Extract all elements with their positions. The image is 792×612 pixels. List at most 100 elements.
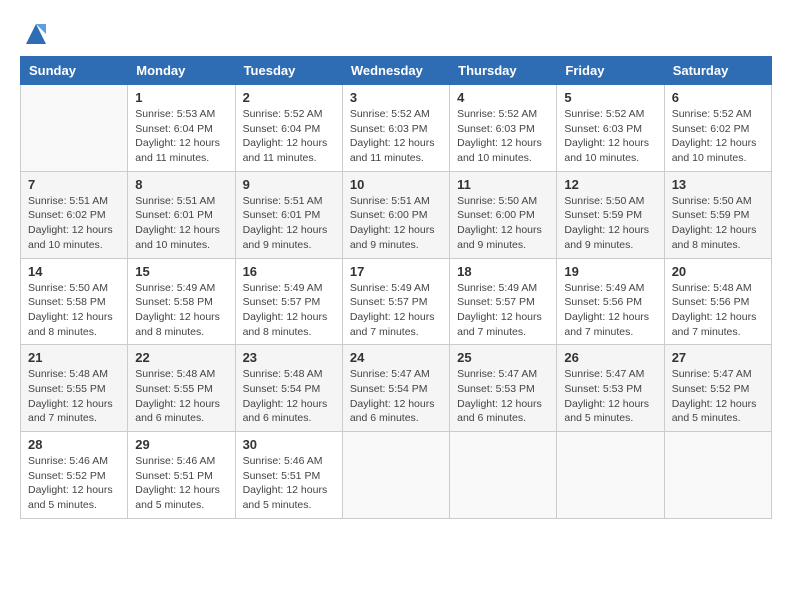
calendar-week-row: 14 Sunrise: 5:50 AM Sunset: 5:58 PM Dayli… xyxy=(21,258,772,345)
day-info: Sunrise: 5:51 AM Sunset: 6:00 PM Dayligh… xyxy=(350,194,442,253)
day-number: 1 xyxy=(135,90,227,105)
calendar-cell: 17 Sunrise: 5:49 AM Sunset: 5:57 PM Dayli… xyxy=(342,258,449,345)
day-info: Sunrise: 5:48 AM Sunset: 5:55 PM Dayligh… xyxy=(28,367,120,426)
day-info: Sunrise: 5:52 AM Sunset: 6:03 PM Dayligh… xyxy=(457,107,549,166)
day-info: Sunrise: 5:49 AM Sunset: 5:56 PM Dayligh… xyxy=(564,281,656,340)
day-number: 26 xyxy=(564,350,656,365)
calendar-header-thursday: Thursday xyxy=(450,57,557,85)
calendar-cell: 1 Sunrise: 5:53 AM Sunset: 6:04 PM Daylig… xyxy=(128,85,235,172)
calendar-cell: 19 Sunrise: 5:49 AM Sunset: 5:56 PM Dayli… xyxy=(557,258,664,345)
calendar-cell: 18Sunrise: 5:49 AM Sunset: 5:57 PM Dayli… xyxy=(450,258,557,345)
day-info: Sunrise: 5:48 AM Sunset: 5:56 PM Dayligh… xyxy=(672,281,764,340)
day-number: 16 xyxy=(243,264,335,279)
calendar-cell: 29 Sunrise: 5:46 AM Sunset: 5:51 PM Dayli… xyxy=(128,432,235,519)
day-info: Sunrise: 5:46 AM Sunset: 5:51 PM Dayligh… xyxy=(135,454,227,513)
day-info: Sunrise: 5:47 AM Sunset: 5:53 PM Dayligh… xyxy=(457,367,549,426)
day-number: 4 xyxy=(457,90,549,105)
calendar-header-tuesday: Tuesday xyxy=(235,57,342,85)
calendar-cell xyxy=(664,432,771,519)
calendar-cell: 10 Sunrise: 5:51 AM Sunset: 6:00 PM Dayli… xyxy=(342,171,449,258)
day-number: 3 xyxy=(350,90,442,105)
day-number: 28 xyxy=(28,437,120,452)
calendar-cell: 15Sunrise: 5:49 AM Sunset: 5:58 PM Dayli… xyxy=(128,258,235,345)
day-number: 5 xyxy=(564,90,656,105)
day-info: Sunrise: 5:52 AM Sunset: 6:03 PM Dayligh… xyxy=(350,107,442,166)
day-info: Sunrise: 5:50 AM Sunset: 5:59 PM Dayligh… xyxy=(564,194,656,253)
calendar-table: SundayMondayTuesdayWednesdayThursdayFrid… xyxy=(20,56,772,519)
day-number: 14 xyxy=(28,264,120,279)
calendar-cell: 2Sunrise: 5:52 AM Sunset: 6:04 PM Daylig… xyxy=(235,85,342,172)
calendar-header-friday: Friday xyxy=(557,57,664,85)
day-number: 12 xyxy=(564,177,656,192)
calendar-week-row: 7 Sunrise: 5:51 AM Sunset: 6:02 PM Daylig… xyxy=(21,171,772,258)
calendar-header-sunday: Sunday xyxy=(21,57,128,85)
calendar-header-wednesday: Wednesday xyxy=(342,57,449,85)
calendar-cell: 3 Sunrise: 5:52 AM Sunset: 6:03 PM Daylig… xyxy=(342,85,449,172)
calendar-cell: 23 Sunrise: 5:48 AM Sunset: 5:54 PM Dayli… xyxy=(235,345,342,432)
calendar-cell: 8 Sunrise: 5:51 AM Sunset: 6:01 PM Daylig… xyxy=(128,171,235,258)
day-info: Sunrise: 5:52 AM Sunset: 6:02 PM Dayligh… xyxy=(672,107,764,166)
day-number: 8 xyxy=(135,177,227,192)
calendar-cell: 7 Sunrise: 5:51 AM Sunset: 6:02 PM Daylig… xyxy=(21,171,128,258)
day-number: 27 xyxy=(672,350,764,365)
day-info: Sunrise: 5:48 AM Sunset: 5:54 PM Dayligh… xyxy=(243,367,335,426)
day-info: Sunrise: 5:51 AM Sunset: 6:01 PM Dayligh… xyxy=(135,194,227,253)
calendar-week-row: 21 Sunrise: 5:48 AM Sunset: 5:55 PM Dayli… xyxy=(21,345,772,432)
calendar-cell: 20 Sunrise: 5:48 AM Sunset: 5:56 PM Dayli… xyxy=(664,258,771,345)
day-number: 9 xyxy=(243,177,335,192)
day-info: Sunrise: 5:52 AM Sunset: 6:04 PM Dayligh… xyxy=(243,107,335,166)
calendar-cell: 5 Sunrise: 5:52 AM Sunset: 6:03 PM Daylig… xyxy=(557,85,664,172)
day-number: 17 xyxy=(350,264,442,279)
day-info: Sunrise: 5:46 AM Sunset: 5:51 PM Dayligh… xyxy=(243,454,335,513)
day-number: 25 xyxy=(457,350,549,365)
day-number: 10 xyxy=(350,177,442,192)
logo xyxy=(20,24,50,48)
page-header xyxy=(20,20,772,48)
day-number: 19 xyxy=(564,264,656,279)
calendar-cell: 26 Sunrise: 5:47 AM Sunset: 5:53 PM Dayli… xyxy=(557,345,664,432)
day-number: 24 xyxy=(350,350,442,365)
day-number: 30 xyxy=(243,437,335,452)
calendar-cell xyxy=(450,432,557,519)
calendar-cell: 21 Sunrise: 5:48 AM Sunset: 5:55 PM Dayli… xyxy=(21,345,128,432)
calendar-week-row: 1 Sunrise: 5:53 AM Sunset: 6:04 PM Daylig… xyxy=(21,85,772,172)
calendar-header-monday: Monday xyxy=(128,57,235,85)
calendar-header-saturday: Saturday xyxy=(664,57,771,85)
day-info: Sunrise: 5:50 AM Sunset: 5:59 PM Dayligh… xyxy=(672,194,764,253)
calendar-cell: 14 Sunrise: 5:50 AM Sunset: 5:58 PM Dayli… xyxy=(21,258,128,345)
day-number: 11 xyxy=(457,177,549,192)
calendar-cell: 16Sunrise: 5:49 AM Sunset: 5:57 PM Dayli… xyxy=(235,258,342,345)
calendar-cell: 28Sunrise: 5:46 AM Sunset: 5:52 PM Dayli… xyxy=(21,432,128,519)
day-number: 29 xyxy=(135,437,227,452)
calendar-cell: 6 Sunrise: 5:52 AM Sunset: 6:02 PM Daylig… xyxy=(664,85,771,172)
day-number: 20 xyxy=(672,264,764,279)
day-info: Sunrise: 5:50 AM Sunset: 5:58 PM Dayligh… xyxy=(28,281,120,340)
day-info: Sunrise: 5:50 AM Sunset: 6:00 PM Dayligh… xyxy=(457,194,549,253)
calendar-cell: 30 Sunrise: 5:46 AM Sunset: 5:51 PM Dayli… xyxy=(235,432,342,519)
calendar-cell xyxy=(21,85,128,172)
day-number: 21 xyxy=(28,350,120,365)
day-info: Sunrise: 5:49 AM Sunset: 5:57 PM Dayligh… xyxy=(350,281,442,340)
day-number: 6 xyxy=(672,90,764,105)
day-info: Sunrise: 5:53 AM Sunset: 6:04 PM Dayligh… xyxy=(135,107,227,166)
calendar-cell: 12 Sunrise: 5:50 AM Sunset: 5:59 PM Dayli… xyxy=(557,171,664,258)
day-number: 7 xyxy=(28,177,120,192)
day-info: Sunrise: 5:52 AM Sunset: 6:03 PM Dayligh… xyxy=(564,107,656,166)
day-number: 23 xyxy=(243,350,335,365)
day-info: Sunrise: 5:47 AM Sunset: 5:53 PM Dayligh… xyxy=(564,367,656,426)
day-info: Sunrise: 5:49 AM Sunset: 5:58 PM Dayligh… xyxy=(135,281,227,340)
day-number: 13 xyxy=(672,177,764,192)
calendar-cell: 27 Sunrise: 5:47 AM Sunset: 5:52 PM Dayli… xyxy=(664,345,771,432)
day-info: Sunrise: 5:47 AM Sunset: 5:54 PM Dayligh… xyxy=(350,367,442,426)
calendar-cell: 13 Sunrise: 5:50 AM Sunset: 5:59 PM Dayli… xyxy=(664,171,771,258)
day-number: 22 xyxy=(135,350,227,365)
day-info: Sunrise: 5:48 AM Sunset: 5:55 PM Dayligh… xyxy=(135,367,227,426)
calendar-cell xyxy=(557,432,664,519)
day-info: Sunrise: 5:51 AM Sunset: 6:02 PM Dayligh… xyxy=(28,194,120,253)
calendar-cell: 9Sunrise: 5:51 AM Sunset: 6:01 PM Daylig… xyxy=(235,171,342,258)
calendar-cell: 22 Sunrise: 5:48 AM Sunset: 5:55 PM Dayli… xyxy=(128,345,235,432)
calendar-header-row: SundayMondayTuesdayWednesdayThursdayFrid… xyxy=(21,57,772,85)
day-info: Sunrise: 5:47 AM Sunset: 5:52 PM Dayligh… xyxy=(672,367,764,426)
logo-icon xyxy=(22,20,50,48)
calendar-cell: 25 Sunrise: 5:47 AM Sunset: 5:53 PM Dayli… xyxy=(450,345,557,432)
